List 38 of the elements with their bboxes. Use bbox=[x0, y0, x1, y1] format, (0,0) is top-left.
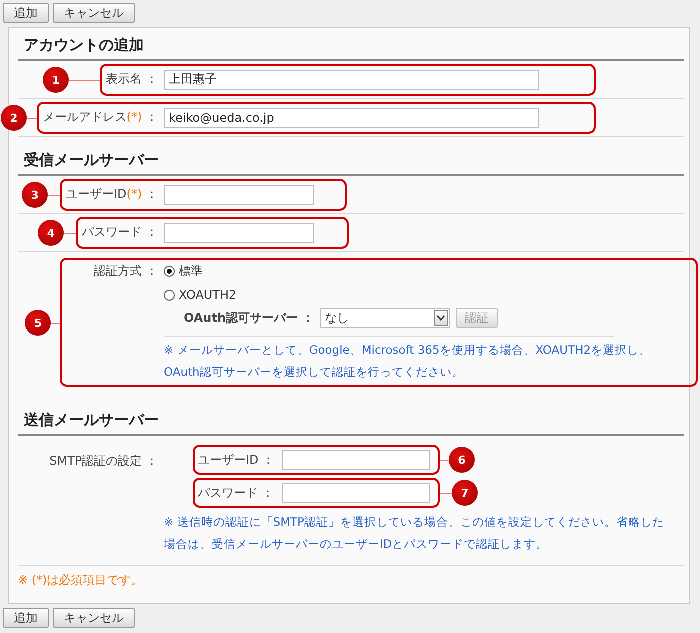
leader-line bbox=[440, 493, 452, 494]
leader-line bbox=[27, 118, 37, 119]
radio-option[interactable]: 標準 bbox=[164, 263, 203, 280]
leader-line bbox=[440, 460, 449, 461]
field-label: OAuth認可サーバー ： bbox=[184, 310, 314, 326]
field-label: SMTP認証の設定 ： bbox=[50, 453, 158, 470]
field-label: パスワード ： bbox=[82, 224, 158, 241]
section-title: 受信メールサーバー bbox=[18, 143, 684, 176]
help-note: ※ メールサーバーとして、Google、Microsoft 365を使用する場合、XOAUTH2を選択し、OAuth認可サーバーを選択して認証を行ってください。 bbox=[164, 342, 652, 381]
toolbar-button[interactable]: キャンセル bbox=[53, 608, 135, 628]
field-label: ユーザーID ： bbox=[198, 452, 276, 468]
text-field[interactable] bbox=[282, 450, 430, 470]
field-label: ユーザーID(*) ： bbox=[66, 186, 158, 203]
leader-line bbox=[48, 195, 60, 196]
text-field[interactable] bbox=[164, 222, 314, 242]
leader-line bbox=[51, 323, 60, 324]
text-field[interactable] bbox=[164, 184, 314, 204]
text-field[interactable]: keiko@ueda.co.jp bbox=[164, 108, 539, 128]
radio-option[interactable]: XOAUTH2 bbox=[164, 288, 237, 302]
toolbar-button[interactable]: キャンセル bbox=[53, 3, 135, 23]
field-label: パスワード ： bbox=[198, 484, 275, 502]
toolbar-button[interactable]: 追加 bbox=[3, 608, 49, 628]
text-field[interactable] bbox=[282, 483, 430, 503]
field-label: メールアドレス(*) ： bbox=[42, 109, 158, 126]
section-title: アカウントの追加 bbox=[18, 28, 684, 61]
radio-icon[interactable] bbox=[164, 266, 175, 277]
required-note: ※ (*)は必須項目です。 bbox=[17, 572, 144, 589]
server-dropdown[interactable]: なし bbox=[320, 308, 450, 328]
field-label: 認証方式 ： bbox=[94, 263, 158, 280]
leader-line bbox=[69, 80, 100, 81]
toolbar-button[interactable]: 追加 bbox=[3, 3, 49, 23]
number-badge: 2 bbox=[1, 105, 27, 131]
help-note: ※ 送信時の認証に「SMTP認証」を選択している場合、この値を設定してください。省略した場合は、受信メールサーバーのユーザーIDとパスワードで認証します。 bbox=[164, 514, 666, 553]
text-field[interactable]: 上田惠子 bbox=[164, 70, 539, 90]
section-title: 送信メールサーバー bbox=[18, 403, 684, 436]
radio-icon[interactable] bbox=[164, 290, 175, 300]
field-label: 表示名 ： bbox=[106, 71, 158, 88]
leader-line bbox=[64, 233, 76, 234]
